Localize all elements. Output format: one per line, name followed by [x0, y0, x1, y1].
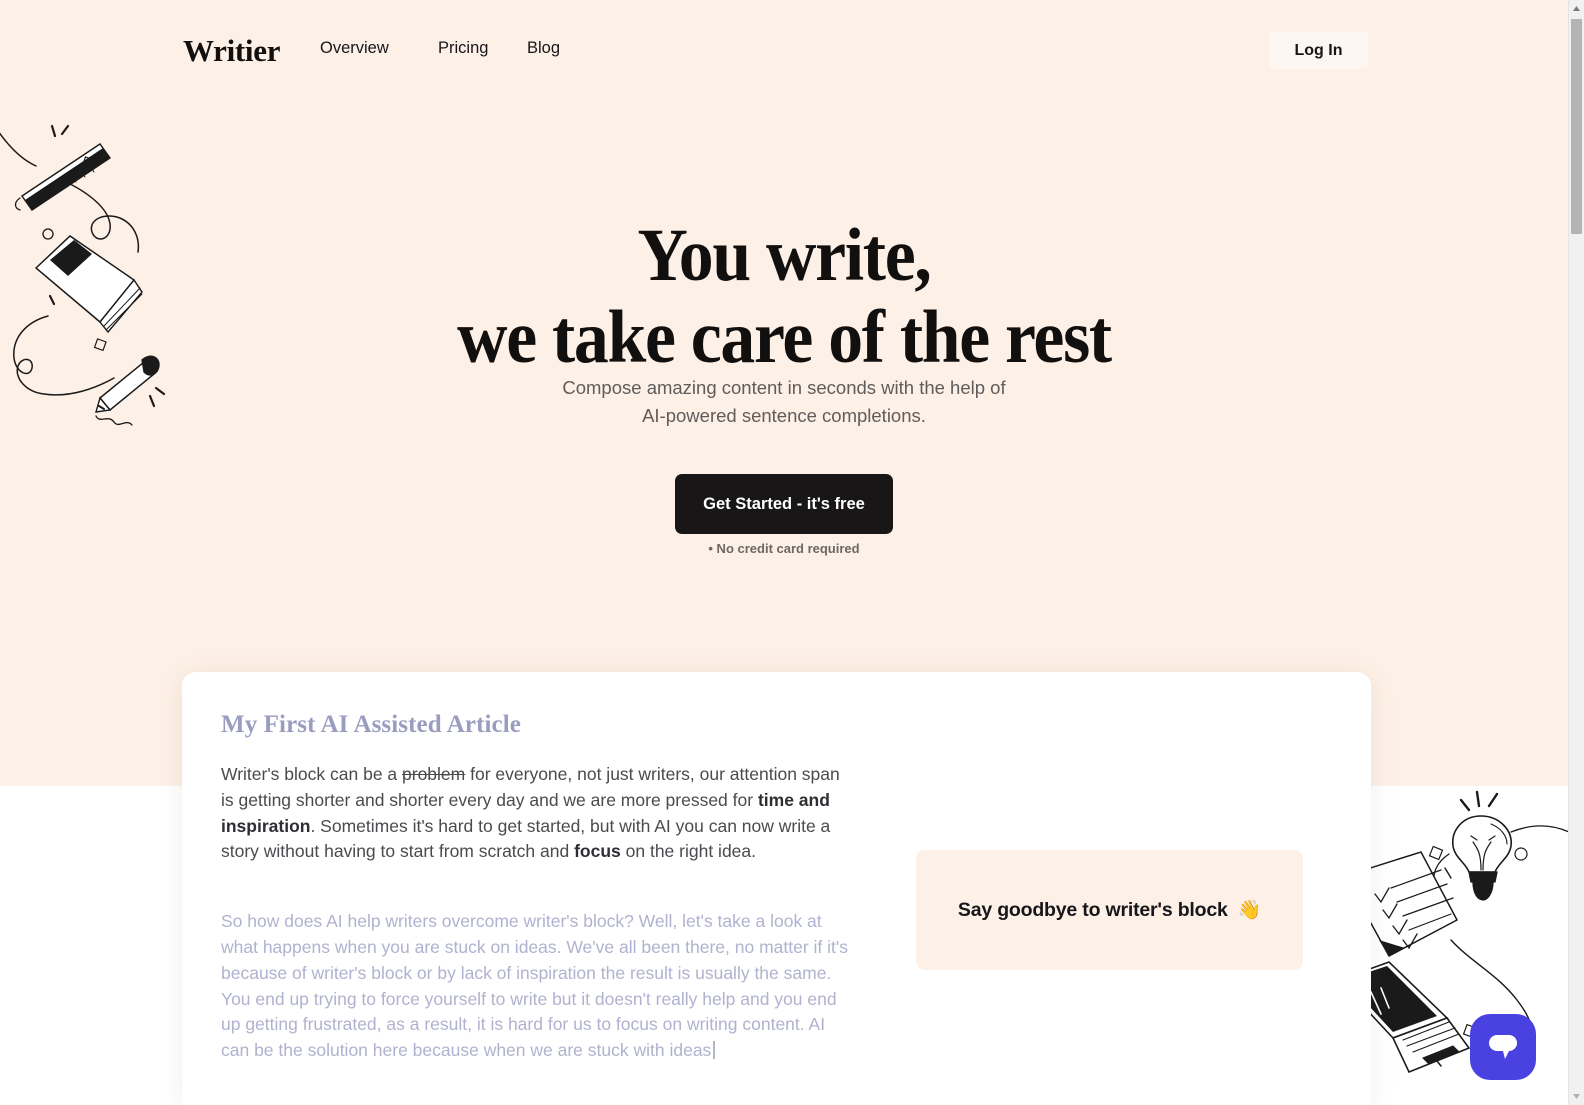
cta-note: • No credit card required: [708, 541, 860, 556]
main-navigation: Writier Overview Pricing Blog Log In: [0, 0, 1568, 102]
hero-title-line-2: we take care of the rest: [457, 296, 1112, 379]
article-title[interactable]: My First AI Assisted Article: [221, 711, 521, 739]
nav-links: Overview Pricing Blog: [320, 39, 587, 58]
scroll-down-arrow-icon[interactable]: [1569, 1088, 1584, 1105]
callout-content: Say goodbye to writer's block 👋: [916, 850, 1303, 970]
nav-item-blog[interactable]: Blog: [527, 39, 587, 58]
ai-suggestion-text: So how does AI help writers overcome wri…: [221, 911, 848, 1061]
brand-logo[interactable]: Writier: [183, 33, 280, 69]
page-root: Writier Overview Pricing Blog Log In You…: [0, 0, 1568, 1105]
cta-container: Get Started - it's free: [0, 474, 1568, 534]
strikethrough-word: problem: [402, 764, 466, 784]
waving-hand-icon: 👋: [1237, 900, 1262, 921]
nav-item-pricing[interactable]: Pricing: [438, 39, 527, 58]
scroll-up-arrow-icon[interactable]: [1569, 0, 1584, 17]
login-button[interactable]: Log In: [1269, 32, 1368, 69]
hero-subtitle-line-1: Compose amazing content in seconds with …: [562, 377, 1006, 398]
callout-box: Say goodbye to writer's block 👋: [916, 850, 1303, 970]
hero-subtitle: Compose amazing content in seconds with …: [0, 374, 1568, 430]
paragraph-segment-1: Writer's block can be a: [221, 764, 403, 784]
chat-bubble-icon: [1489, 1035, 1517, 1059]
ai-suggestion-paragraph: So how does AI help writers overcome wri…: [221, 909, 851, 1064]
chat-widget-button[interactable]: [1470, 1014, 1536, 1080]
vertical-scrollbar[interactable]: [1568, 0, 1584, 1105]
article-paragraph: Writer's block can be a problem for ever…: [221, 762, 851, 865]
hero-title-line-1: You write,: [637, 214, 931, 297]
page-title: You write, we take care of the rest: [55, 218, 1513, 375]
paragraph-segment-4: on the right idea.: [620, 841, 756, 862]
hero-subtitle-line-2: AI-powered sentence completions.: [642, 405, 926, 426]
article-body[interactable]: Writer's block can be a problem for ever…: [221, 762, 851, 1064]
callout-label: Say goodbye to writer's block: [957, 898, 1228, 921]
editor-card: My First AI Assisted Article Writer's bl…: [182, 672, 1371, 1105]
nav-item-overview[interactable]: Overview: [320, 39, 438, 58]
text-caret: [713, 1041, 715, 1060]
bold-phrase-2: focus: [574, 841, 621, 862]
get-started-button[interactable]: Get Started - it's free: [675, 474, 893, 534]
scrollbar-thumb[interactable]: [1571, 19, 1582, 234]
